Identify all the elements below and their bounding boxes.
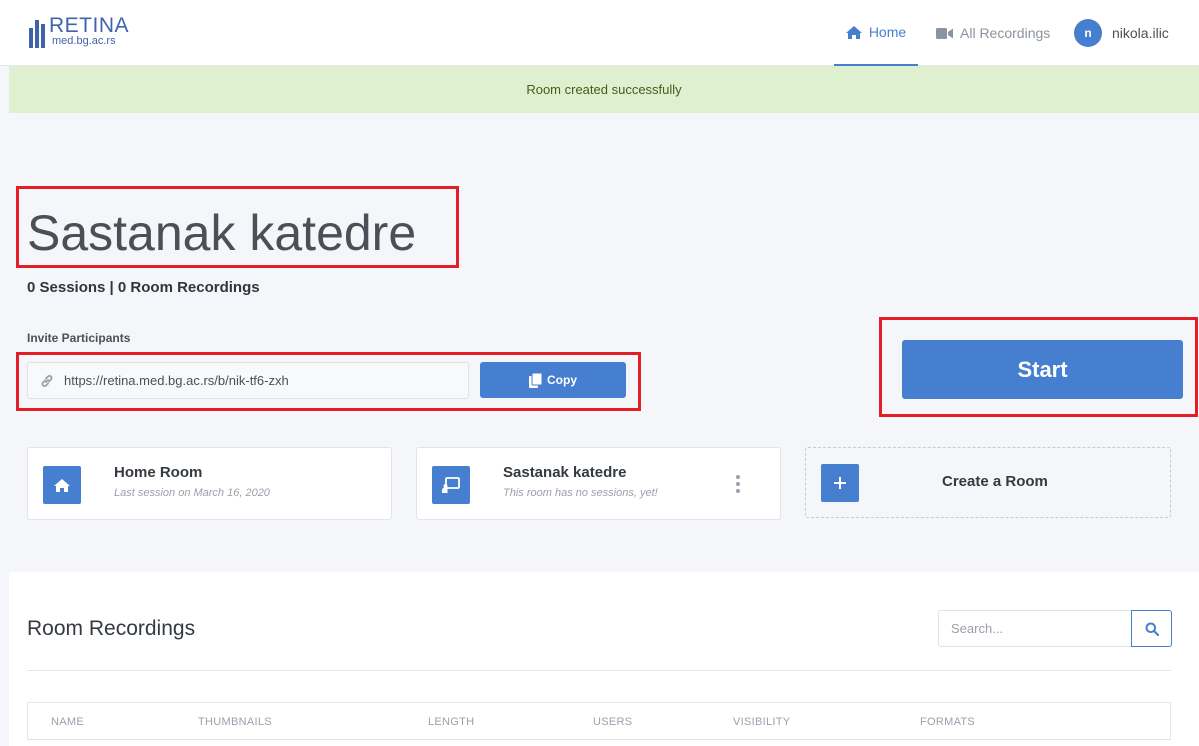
column-header-name[interactable]: Name	[51, 716, 84, 728]
recordings-table-header: Name Thumbnails Length Users Visibility …	[27, 702, 1171, 740]
annotation-box-title	[16, 186, 459, 268]
column-header-thumbnails[interactable]: Thumbnails	[198, 716, 272, 728]
room-card-subtitle: Last session on March 16, 2020	[114, 487, 270, 499]
alert-message: Room created successfully	[526, 82, 682, 97]
recordings-search: Search...	[938, 610, 1172, 647]
avatar: n	[1074, 19, 1102, 47]
nav-home-link[interactable]: Home	[834, 0, 918, 66]
room-card-subtitle: This room has no sessions, yet!	[503, 487, 658, 499]
room-card-home[interactable]: Home Room Last session on March 16, 2020	[27, 447, 392, 520]
search-input[interactable]: Search...	[938, 610, 1131, 647]
annotation-box-start	[879, 317, 1198, 417]
username: nikola.ilic	[1112, 25, 1169, 41]
annotation-box-invite	[16, 352, 641, 411]
search-button[interactable]	[1131, 610, 1172, 647]
section-divider	[27, 670, 1171, 671]
logo-subtitle: med.bg.ac.rs	[52, 35, 116, 47]
user-menu[interactable]: n nikola.ilic	[1074, 19, 1169, 47]
plus-icon	[821, 464, 859, 502]
column-header-users[interactable]: Users	[593, 716, 632, 728]
room-options-icon[interactable]	[736, 475, 740, 493]
room-card-sastanak[interactable]: Sastanak katedre This room has no sessio…	[416, 447, 781, 520]
search-icon	[1145, 622, 1159, 636]
nav-all-recordings-link[interactable]: All Recordings	[936, 0, 1050, 66]
nav-home-label: Home	[868, 24, 907, 40]
column-header-visibility[interactable]: Visibility	[733, 716, 790, 728]
column-header-formats[interactable]: Formats	[920, 716, 975, 728]
success-alert: Room created successfully	[9, 66, 1199, 113]
retina-logo[interactable]: RETINA med.bg.ac.rs	[29, 15, 129, 48]
logo-bars-icon	[29, 18, 45, 48]
create-room-card[interactable]: Create a Room	[805, 447, 1171, 518]
top-navbar: RETINA med.bg.ac.rs Home All Recordings …	[0, 0, 1199, 66]
column-header-length[interactable]: Length	[428, 716, 474, 728]
home-icon	[845, 25, 862, 39]
room-recordings-title: Room Recordings	[27, 617, 196, 640]
create-room-label: Create a Room	[942, 473, 1048, 490]
presentation-icon	[432, 466, 470, 504]
invite-participants-label: Invite Participants	[27, 331, 131, 345]
room-stats: 0 Sessions | 0 Room Recordings	[27, 279, 260, 296]
nav-recordings-label: All Recordings	[960, 25, 1051, 41]
logo-title: RETINA	[49, 14, 130, 37]
video-camera-icon	[936, 27, 953, 39]
room-card-title: Sastanak katedre	[503, 464, 627, 481]
home-icon	[43, 466, 81, 504]
room-card-title: Home Room	[114, 464, 203, 481]
